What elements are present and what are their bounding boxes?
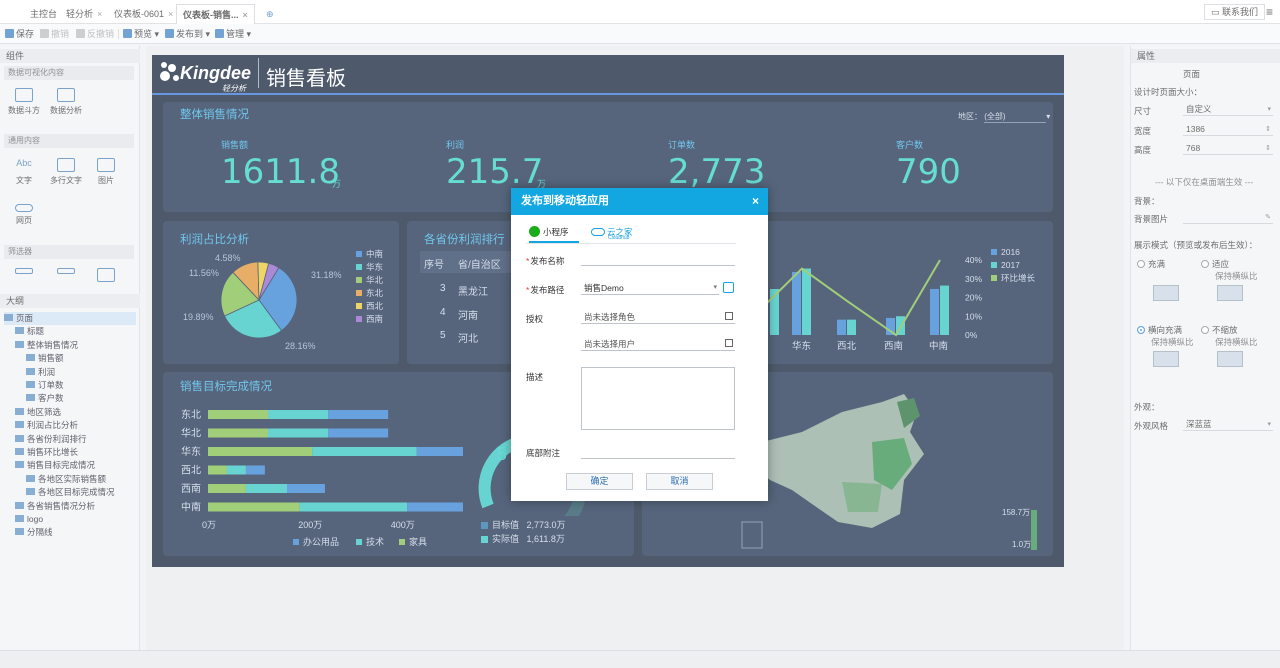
tab-miniprogram[interactable]: 小程序 bbox=[529, 226, 569, 238]
path-value: 销售Demo bbox=[584, 283, 624, 293]
chevron-down-icon: ▾ bbox=[713, 284, 717, 291]
user-select[interactable]: 尚未选择用户 bbox=[581, 337, 735, 351]
cancel-button[interactable]: 取消 bbox=[646, 473, 713, 490]
name-label: *发布名称 bbox=[526, 255, 564, 267]
close-icon[interactable]: × bbox=[752, 188, 759, 215]
footer-note-label: 底部附注 bbox=[526, 448, 561, 458]
miniprogram-icon bbox=[529, 226, 540, 237]
tab-cloudhub[interactable]: 云之家 Cloudhub bbox=[591, 226, 633, 241]
confirm-button[interactable]: 确定 bbox=[566, 473, 633, 490]
field-label: 发布路径 bbox=[530, 285, 565, 295]
cloud-icon bbox=[591, 228, 605, 236]
select-role-icon[interactable] bbox=[725, 312, 733, 320]
field-label: 发布名称 bbox=[530, 256, 565, 266]
auth-label: 授权 bbox=[526, 314, 544, 324]
tab-sublabel: Cloudhub bbox=[608, 235, 630, 241]
role-select[interactable]: 尚未选择角色 bbox=[581, 310, 735, 324]
required-mark: * bbox=[526, 285, 530, 295]
user-placeholder: 尚未选择用户 bbox=[584, 339, 636, 349]
path-select[interactable]: 销售Demo ▾ bbox=[581, 281, 719, 295]
select-user-icon[interactable] bbox=[725, 339, 733, 347]
description-label: 描述 bbox=[526, 372, 544, 382]
refresh-path-icon[interactable] bbox=[723, 282, 734, 293]
tab-divider bbox=[526, 243, 736, 244]
footer-note-input[interactable] bbox=[581, 445, 735, 459]
role-placeholder: 尚未选择角色 bbox=[584, 312, 636, 322]
name-input[interactable] bbox=[581, 252, 735, 266]
path-label: *发布路径 bbox=[526, 284, 564, 296]
dialog-header: 发布到移动轻应用 × bbox=[511, 188, 768, 215]
tab-label: 小程序 bbox=[543, 227, 569, 237]
required-mark: * bbox=[526, 256, 530, 266]
publish-dialog: 发布到移动轻应用 × 小程序 云之家 Cloudhub *发布名称 *发布路径 销售… bbox=[511, 188, 768, 501]
description-textarea[interactable] bbox=[581, 367, 735, 430]
dialog-title: 发布到移动轻应用 bbox=[521, 195, 609, 207]
